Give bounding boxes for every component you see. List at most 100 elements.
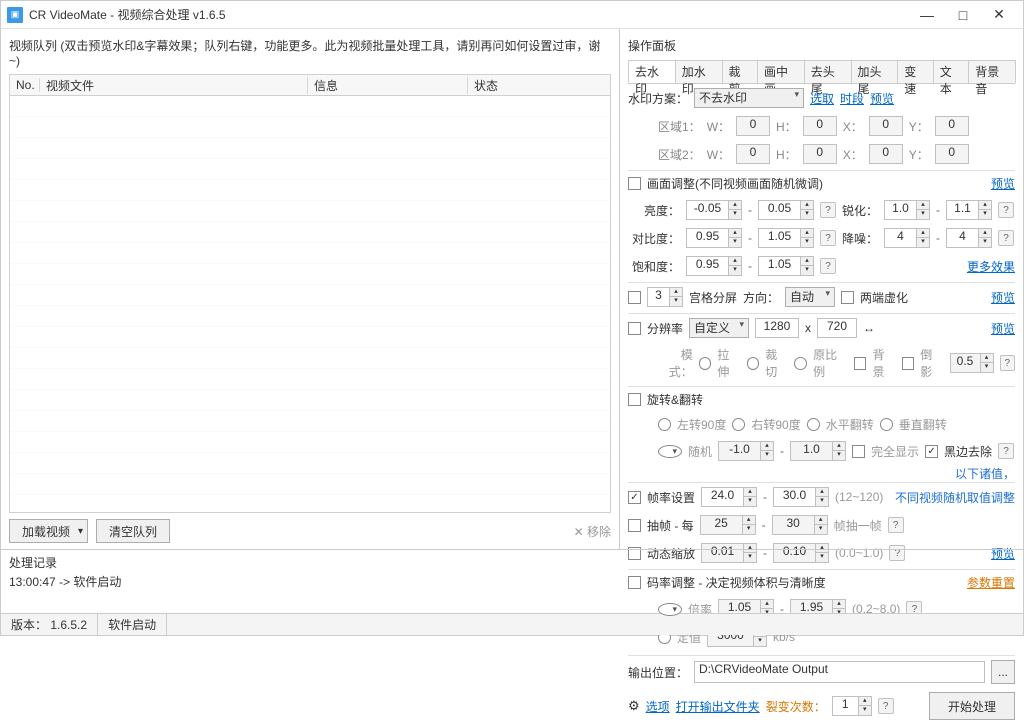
res-preset[interactable]: 自定义 [689,318,749,338]
queue-list[interactable] [9,96,611,513]
grid-check[interactable] [628,291,641,304]
drop-check[interactable] [628,519,641,532]
status-bar: 版本： 1.6.5.2 软件启动 [1,613,1023,635]
mode-ratio[interactable] [794,357,807,370]
contrast-max[interactable]: 1.05 [758,228,800,248]
help-icon[interactable]: ? [888,517,904,533]
noise-min[interactable]: 4 [884,228,916,248]
clear-queue-button[interactable]: 清空队列 [96,519,170,543]
rot-rand[interactable] [658,445,682,458]
rot-min[interactable]: -1.0 [718,441,760,461]
rot-hf[interactable] [807,418,820,431]
mirror-check[interactable] [902,357,915,370]
rot-check[interactable] [628,393,641,406]
rot-max[interactable]: 1.0 [790,441,832,461]
bg-check[interactable] [854,357,867,370]
help-icon[interactable]: ? [998,230,1014,246]
r2-w[interactable]: 0 [736,144,770,164]
bright-min[interactable]: -0.05 [686,200,728,220]
tab-pip[interactable]: 画中画 [757,60,805,83]
help-icon[interactable]: ? [878,698,894,714]
mode-crop[interactable] [747,357,760,370]
mode-stretch[interactable] [699,357,712,370]
adj-check[interactable] [628,177,641,190]
r2-y[interactable]: 0 [935,144,969,164]
tab-text[interactable]: 文本 [933,60,970,83]
fps-check[interactable] [628,491,641,504]
rot-r90[interactable] [732,418,745,431]
grid-preview[interactable]: 预览 [991,289,1015,306]
gear-icon: ⚙ [628,698,640,714]
r2-h[interactable]: 0 [803,144,837,164]
wm-pick-link[interactable]: 选取 [810,90,834,107]
drop-min[interactable]: 25 [700,515,742,535]
load-video-button[interactable]: 加载视频 [9,519,88,543]
help-icon[interactable]: ? [998,202,1014,218]
fission-val[interactable]: 1 [832,696,858,716]
tab-speed[interactable]: 变速 [897,60,934,83]
help-icon[interactable]: ? [1000,355,1016,371]
res-check[interactable] [628,322,641,335]
start-button[interactable]: 开始处理 [929,692,1015,720]
blur-check[interactable] [841,291,854,304]
ops-tabs: 去水印 加水印 裁剪 画中画 去头尾 加头尾 变速 文本 背景音 [628,60,1015,84]
r1-x[interactable]: 0 [869,116,903,136]
blackcrop-check[interactable] [925,445,938,458]
grid-n[interactable]: 3 [647,287,669,307]
grid-dir[interactable]: 自动 [785,287,835,307]
wm-preview-link[interactable]: 预览 [870,90,894,107]
note-line2: 不同视频随机取值调整 [895,489,1015,506]
help-icon[interactable]: ? [820,230,836,246]
help-icon[interactable]: ? [998,443,1014,459]
more-effects[interactable]: 更多效果 [967,258,1015,275]
maximize-button[interactable]: □ [945,5,981,25]
tab-trim-head[interactable]: 去头尾 [804,60,852,83]
col-status[interactable]: 状态 [468,77,610,94]
help-icon[interactable]: ? [820,202,836,218]
open-output-link[interactable]: 打开输出文件夹 [676,698,760,715]
tab-bgm[interactable]: 背景音 [968,60,1016,83]
res-w[interactable]: 1280 [755,318,799,338]
col-no[interactable]: No. [10,78,40,92]
r1-w[interactable]: 0 [736,116,770,136]
close-button[interactable]: ✕ [981,5,1017,25]
swap-icon[interactable]: ↔ [863,321,875,335]
res-preview[interactable]: 预览 [991,320,1015,337]
sharp-max[interactable]: 1.1 [946,200,978,220]
col-info[interactable]: 信息 [308,77,468,94]
wm-scheme-select[interactable]: 不去水印 [694,88,804,108]
remove-button[interactable]: ✕ 移除 [574,523,611,540]
r2-x[interactable]: 0 [869,144,903,164]
r1-h[interactable]: 0 [803,116,837,136]
sat-min[interactable]: 0.95 [686,256,728,276]
sharp-min[interactable]: 1.0 [884,200,916,220]
region1-label: 区域1： [658,118,701,135]
br-mult[interactable] [658,603,682,616]
sat-max[interactable]: 1.05 [758,256,800,276]
tab-remove-wm[interactable]: 去水印 [628,60,676,83]
help-icon[interactable]: ? [820,258,836,274]
fps-min[interactable]: 24.0 [701,487,743,507]
noise-max[interactable]: 4 [946,228,978,248]
full-check[interactable] [852,445,865,458]
output-path[interactable]: D:\CRVideoMate Output [694,661,985,683]
rot-vf[interactable] [880,418,893,431]
browse-button[interactable]: ... [991,660,1015,684]
rot-l90[interactable] [658,418,671,431]
mirror-val[interactable]: 0.5 [950,353,980,373]
col-file[interactable]: 视频文件 [40,77,308,94]
res-h[interactable]: 720 [817,318,857,338]
tab-add-wm[interactable]: 加水印 [675,60,723,83]
status-text: 软件启动 [98,614,167,635]
wm-time-link[interactable]: 时段 [840,90,864,107]
bright-max[interactable]: 0.05 [758,200,800,220]
drop-max[interactable]: 30 [772,515,814,535]
fps-max[interactable]: 30.0 [773,487,815,507]
options-link[interactable]: 选项 [646,698,670,715]
tab-add-head[interactable]: 加头尾 [851,60,899,83]
r1-y[interactable]: 0 [935,116,969,136]
minimize-button[interactable]: — [909,5,945,25]
tab-crop[interactable]: 裁剪 [722,60,759,83]
contrast-min[interactable]: 0.95 [686,228,728,248]
adj-preview[interactable]: 预览 [991,175,1015,192]
